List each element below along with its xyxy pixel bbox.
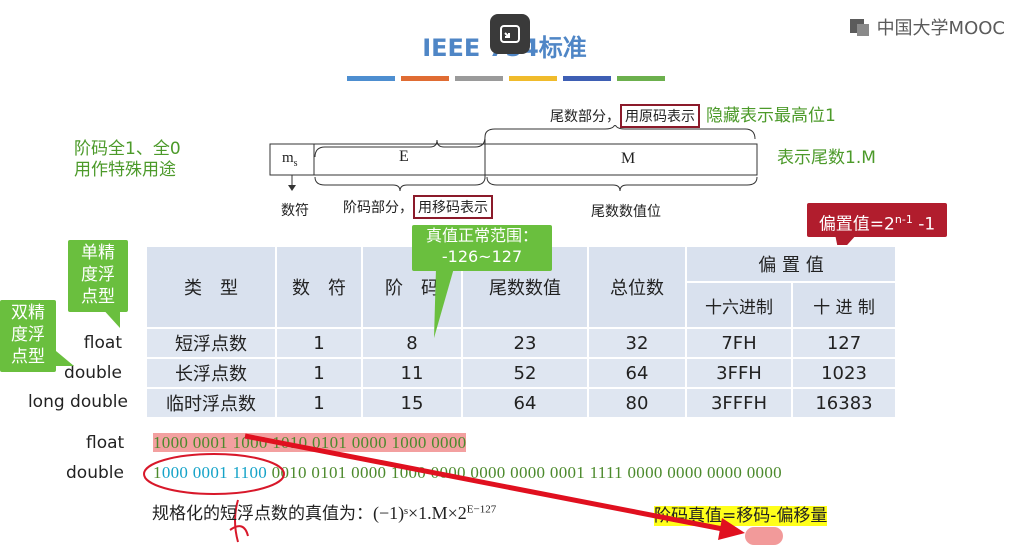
- red-arrow-annotation: [244, 433, 745, 540]
